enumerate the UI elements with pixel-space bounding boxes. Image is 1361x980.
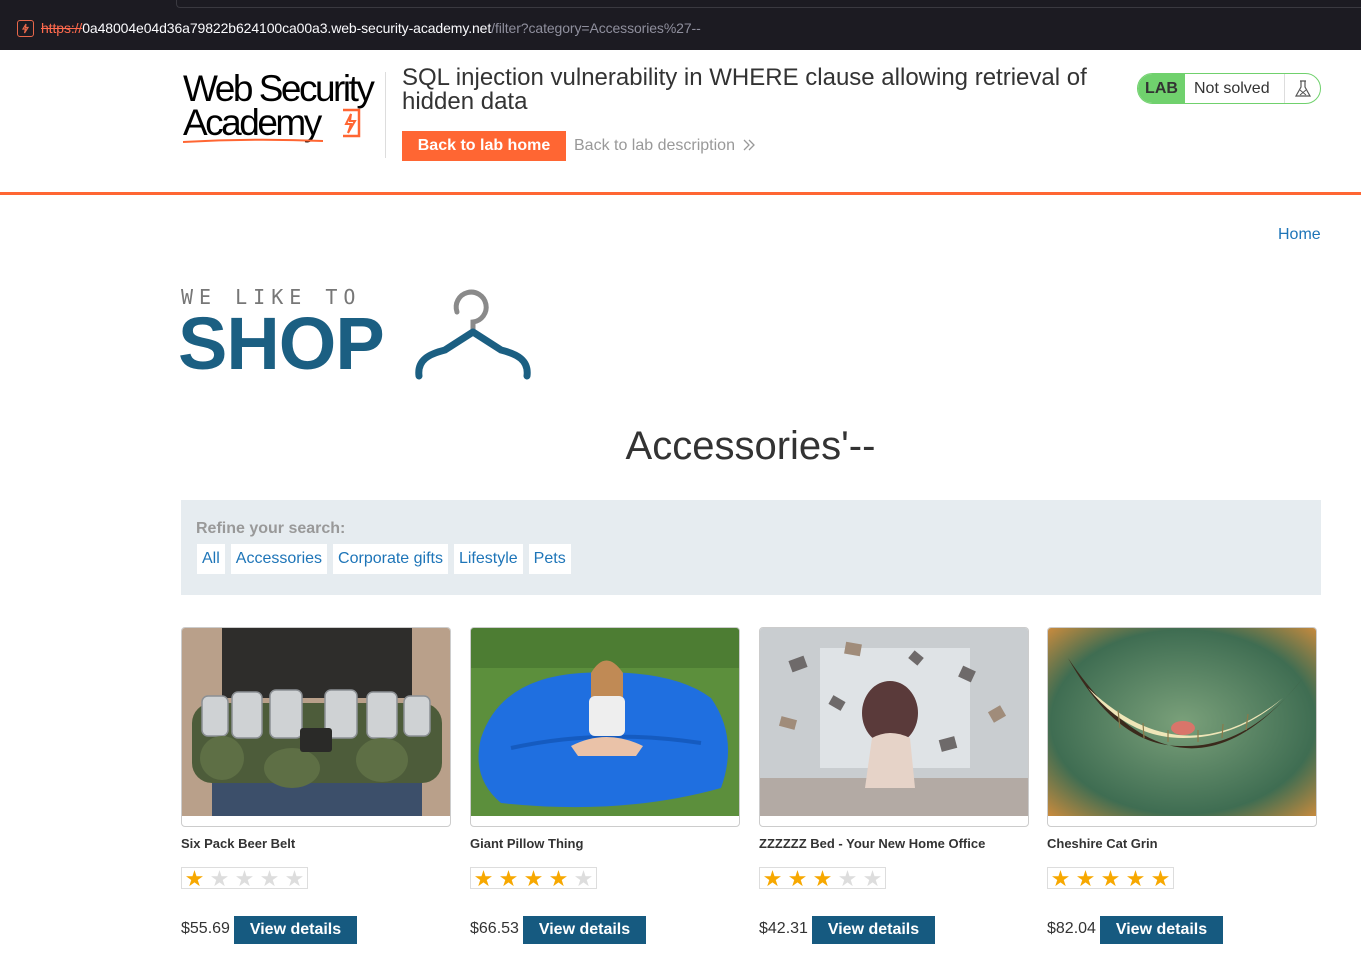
product-price: $66.53	[470, 920, 519, 937]
view-details-button[interactable]: View details	[812, 916, 935, 944]
star-filled-icon: ★	[1150, 866, 1171, 891]
star-filled-icon: ★	[812, 866, 833, 891]
we-like-to-shop-logo[interactable]: WE LIKE TO SHOP	[178, 285, 540, 385]
star-filled-icon: ★	[1075, 866, 1096, 891]
star-empty-icon: ★	[234, 866, 255, 891]
browser-url-bar: https://0a48004e04d36a79822b624100ca00a3…	[0, 0, 1361, 50]
double-chevron-right-icon	[743, 139, 755, 151]
url-host: 0a48004e04d36a79822b624100ca00a3.web-sec…	[82, 20, 492, 36]
address-field[interactable]: https://0a48004e04d36a79822b624100ca00a3…	[41, 20, 701, 36]
back-to-lab-home-button[interactable]: Back to lab home	[402, 131, 566, 161]
star-empty-icon: ★	[573, 866, 594, 891]
url-path: /filter?category=Accessories%27--	[491, 20, 701, 36]
product-name: Giant Pillow Thing	[470, 836, 584, 851]
back-to-lab-description-link[interactable]: Back to lab description	[574, 137, 735, 155]
lab-status-badge: LAB	[1138, 74, 1185, 103]
product-name: Six Pack Beer Belt	[181, 836, 296, 851]
star-filled-icon: ★	[523, 866, 544, 891]
filter-accessories[interactable]: Accessories	[229, 543, 329, 575]
rating-stars: ★ ★ ★ ★ ★	[181, 866, 308, 891]
product-price: $82.04	[1047, 920, 1096, 937]
star-filled-icon: ★	[548, 866, 569, 891]
star-empty-icon: ★	[259, 866, 280, 891]
product-card: Giant Pillow Thing ★ ★ ★ ★ ★ $66.53 View…	[470, 627, 740, 947]
url-protocol: https://	[41, 20, 83, 36]
product-card: ZZZZZZ Bed - Your New Home Office ★ ★ ★ …	[759, 627, 1029, 947]
status-separator	[1284, 74, 1285, 103]
lab-status-widget: LAB Not solved	[1137, 73, 1321, 104]
rating-stars: ★ ★ ★ ★ ★	[470, 866, 597, 891]
star-empty-icon: ★	[837, 866, 858, 891]
filter-all[interactable]: All	[196, 543, 226, 575]
star-filled-icon: ★	[787, 866, 808, 891]
product-price: $55.69	[181, 920, 230, 937]
star-filled-icon: ★	[1100, 866, 1121, 891]
product-price: $42.31	[759, 920, 808, 937]
star-empty-icon: ★	[209, 866, 230, 891]
flask-icon	[1294, 80, 1312, 97]
logo-line2: Academy	[183, 102, 322, 143]
rating-stars: ★ ★ ★ ★ ★	[759, 866, 886, 891]
lab-status-text: Not solved	[1194, 80, 1270, 97]
star-filled-icon: ★	[473, 866, 494, 891]
category-filters: All Accessories Corporate gifts Lifestyl…	[196, 543, 572, 575]
rating-stars: ★ ★ ★ ★ ★	[1047, 866, 1174, 891]
lab-header: Web Security Academy SQL injection vulne…	[0, 50, 1361, 195]
logo-underline	[183, 138, 323, 143]
home-link[interactable]: Home	[1278, 226, 1321, 244]
star-filled-icon: ★	[184, 866, 205, 891]
clothes-hanger-icon	[415, 289, 531, 380]
beer-belt-image[interactable]	[181, 627, 451, 827]
refine-search-label: Refine your search:	[196, 520, 346, 537]
academy-bolt-icon	[343, 108, 361, 138]
star-filled-icon: ★	[762, 866, 783, 891]
star-filled-icon: ★	[1050, 866, 1071, 891]
filter-pets[interactable]: Pets	[527, 543, 572, 575]
product-card: Six Pack Beer Belt ★ ★ ★ ★ ★ $55.69 View…	[181, 627, 451, 947]
view-details-button[interactable]: View details	[234, 916, 357, 944]
shop-logo-word: SHOP	[178, 302, 385, 385]
web-security-academy-logo[interactable]: Web Security Academy	[183, 70, 383, 150]
star-empty-icon: ★	[862, 866, 883, 891]
product-name: Cheshire Cat Grin	[1047, 836, 1158, 851]
header-divider	[385, 72, 386, 158]
giant-pillow-image[interactable]	[470, 627, 740, 827]
view-details-button[interactable]: View details	[523, 916, 646, 944]
star-filled-icon: ★	[498, 866, 519, 891]
product-name: ZZZZZZ Bed - Your New Home Office	[759, 836, 986, 851]
view-details-button[interactable]: View details	[1100, 916, 1223, 944]
insecure-lock-icon[interactable]	[17, 20, 34, 37]
filter-corporate-gifts[interactable]: Corporate gifts	[332, 543, 449, 575]
star-empty-icon: ★	[284, 866, 305, 891]
cat-grin-image[interactable]	[1047, 627, 1317, 827]
lab-title: SQL injection vulnerability in WHERE cla…	[402, 64, 1087, 115]
bed-office-image[interactable]	[759, 627, 1029, 827]
filter-lifestyle[interactable]: Lifestyle	[452, 543, 524, 575]
refine-search-panel: Refine your search: All Accessories Corp…	[181, 500, 1321, 595]
star-filled-icon: ★	[1125, 866, 1146, 891]
product-card: Cheshire Cat Grin ★ ★ ★ ★ ★ $82.04 View …	[1047, 627, 1317, 947]
tab-strip-edge	[176, 0, 1361, 8]
category-heading: Accessories'--	[625, 424, 876, 468]
